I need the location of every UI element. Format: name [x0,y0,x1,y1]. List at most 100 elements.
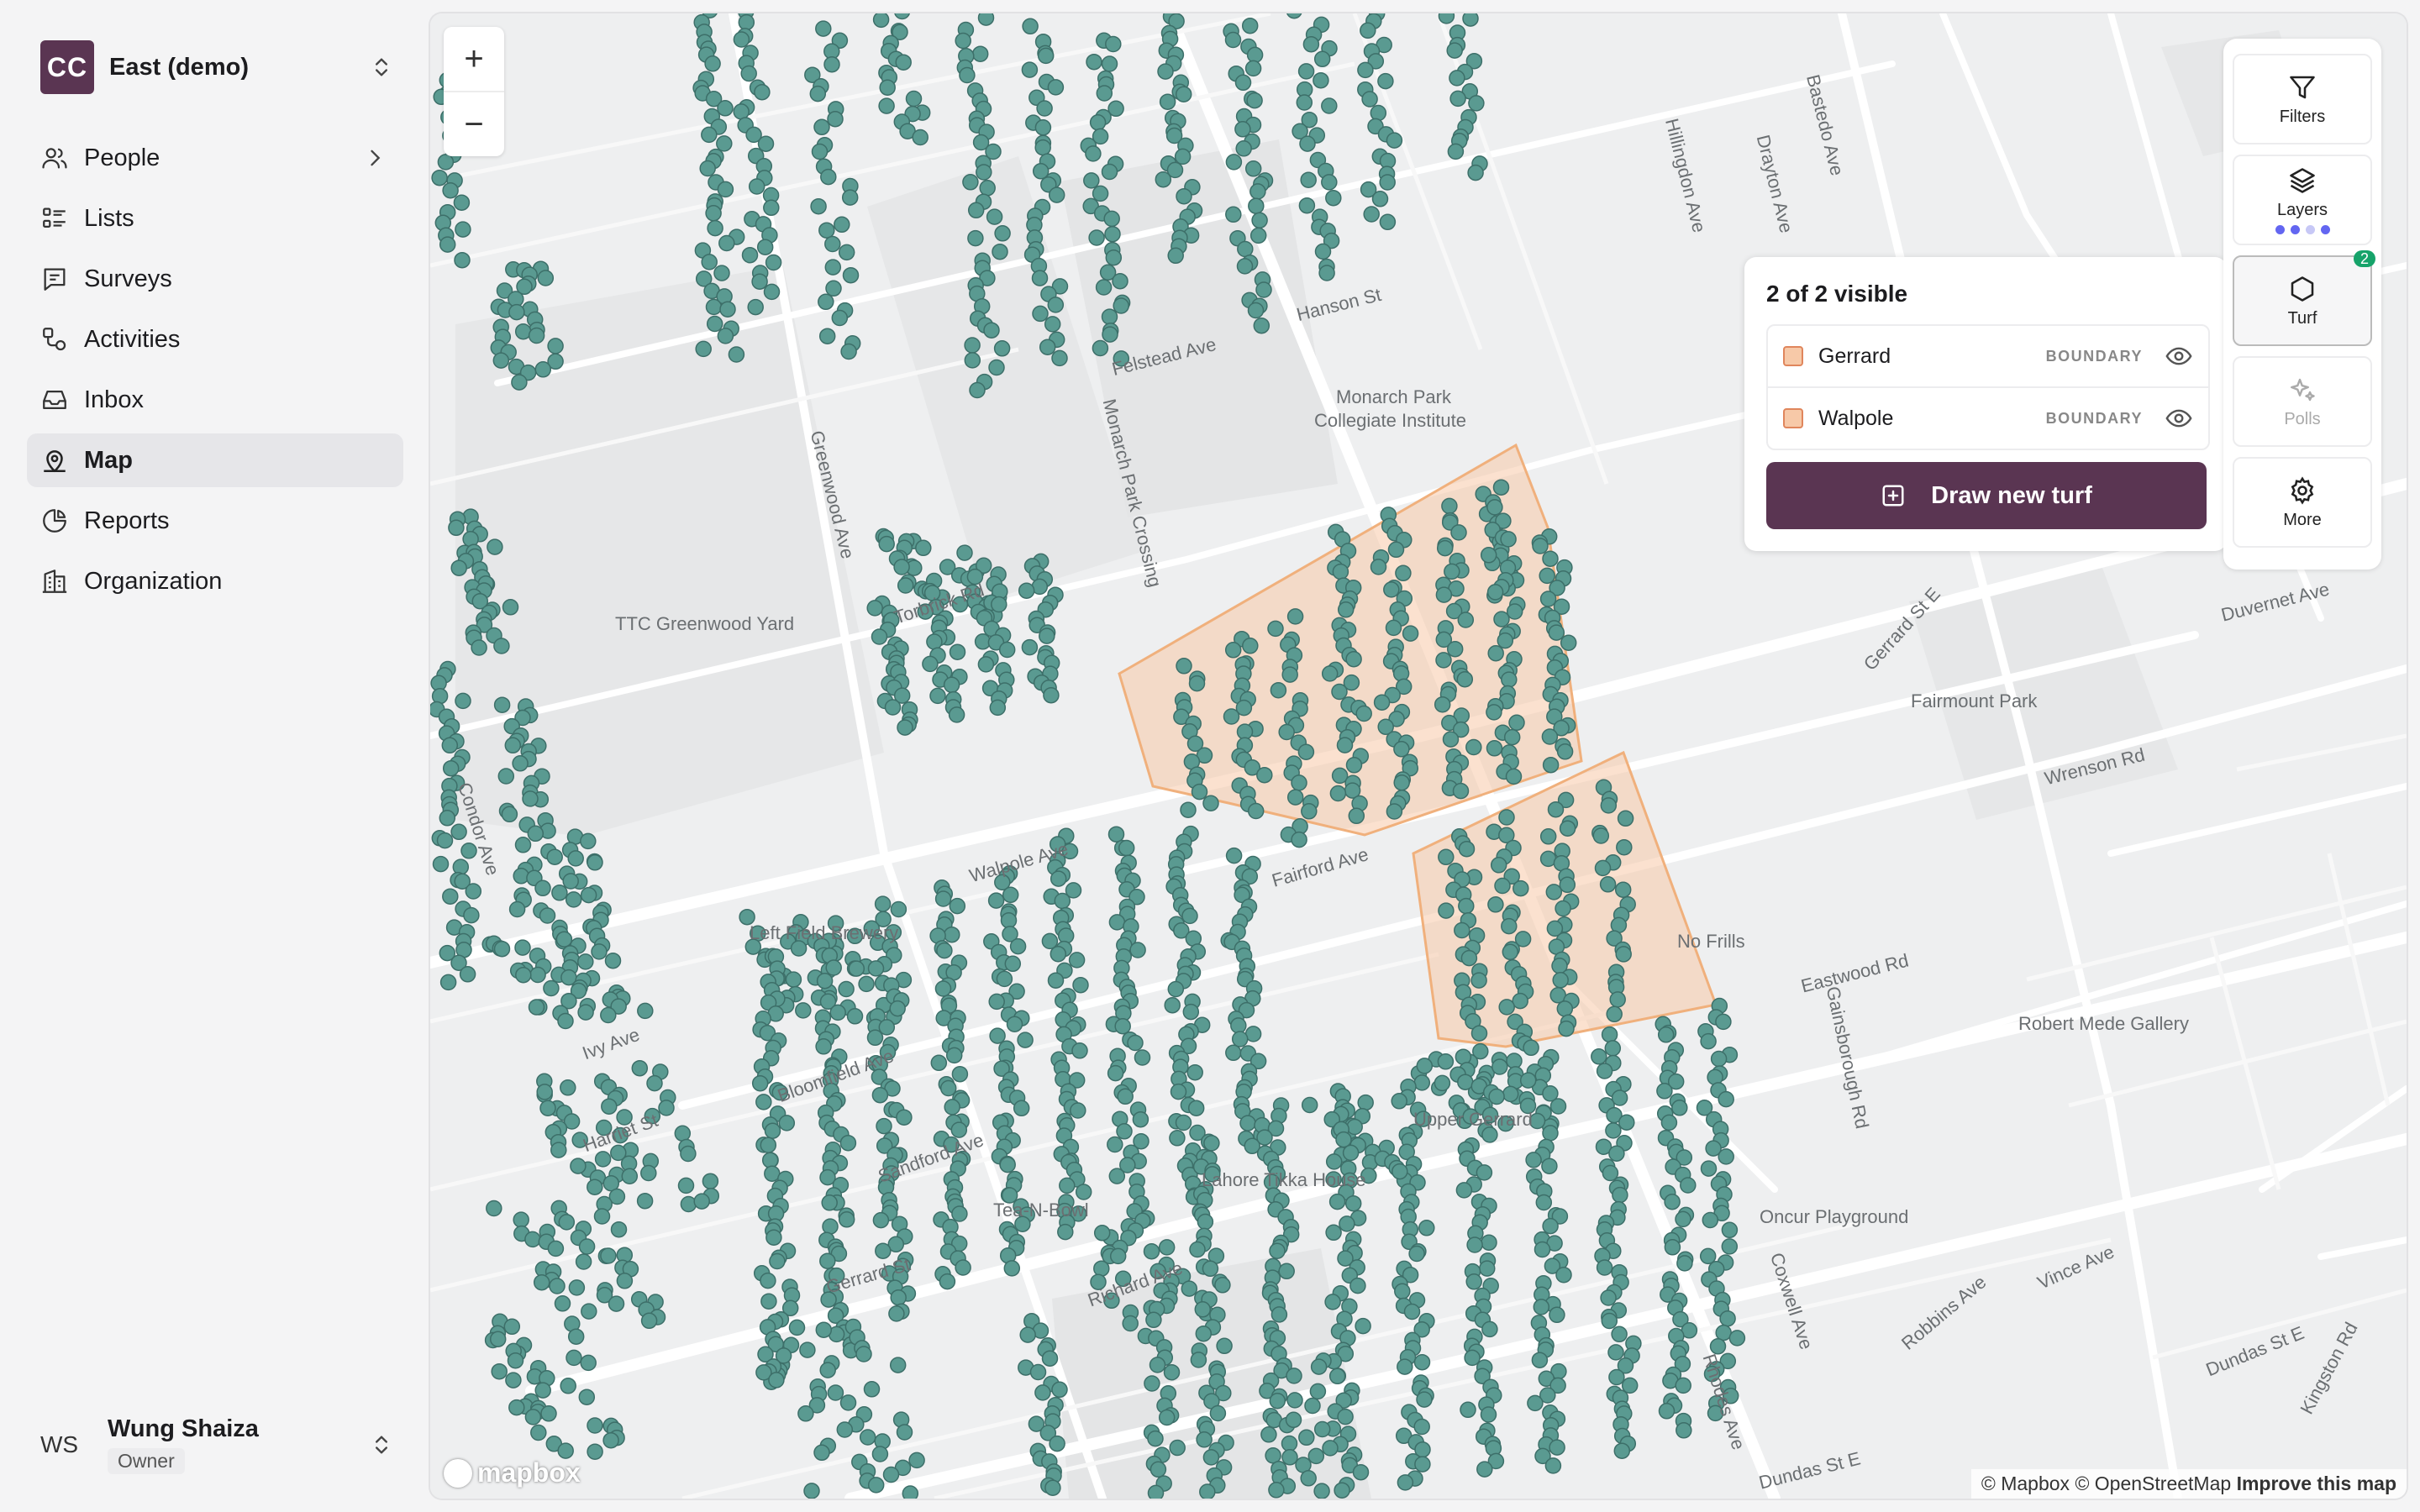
voter-marker[interactable] [993,340,1011,357]
voter-marker[interactable] [1607,1344,1624,1361]
voter-marker[interactable] [1470,972,1487,989]
voter-marker[interactable] [1285,1411,1302,1429]
voter-marker[interactable] [1108,1168,1126,1184]
voter-marker[interactable] [893,559,910,575]
voter-marker[interactable] [996,970,1013,988]
voter-marker[interactable] [1321,665,1339,682]
voter-marker[interactable] [1002,886,1019,904]
voter-marker[interactable] [816,972,834,990]
voter-marker[interactable] [1325,1153,1343,1170]
improve-map-link[interactable]: Improve this map [2237,1473,2396,1494]
voter-marker[interactable] [1237,240,1254,258]
sidebar-item-reports[interactable]: Reports [27,494,403,548]
voter-marker[interactable] [882,1466,900,1483]
voter-marker[interactable] [465,883,482,900]
voter-marker[interactable] [1291,774,1307,791]
voter-marker[interactable] [608,1295,625,1312]
voter-marker[interactable] [1169,1130,1186,1147]
voter-marker[interactable] [765,254,782,271]
voter-marker[interactable] [1558,1020,1575,1037]
voter-marker[interactable] [1314,243,1332,260]
voter-marker[interactable] [693,1193,710,1210]
voter-marker[interactable] [988,993,1005,1011]
voter-marker[interactable] [1470,1025,1488,1042]
voter-marker[interactable] [839,1134,857,1152]
voter-marker[interactable] [514,837,532,853]
voter-marker[interactable] [1657,1026,1675,1043]
voter-marker[interactable] [1092,185,1109,202]
voter-marker[interactable] [1144,1375,1160,1392]
voter-marker[interactable] [1325,189,1342,207]
voter-marker[interactable] [1715,1013,1732,1031]
voter-marker[interactable] [1379,174,1396,191]
voter-marker[interactable] [951,1205,968,1222]
voter-marker[interactable] [1059,1177,1076,1194]
voter-marker[interactable] [1337,601,1355,618]
voter-marker[interactable] [1512,879,1529,897]
voter-marker[interactable] [1460,949,1478,967]
voter-marker[interactable] [1446,42,1463,59]
voter-marker[interactable] [1600,1289,1617,1306]
voter-marker[interactable] [878,97,895,114]
voter-marker[interactable] [872,13,890,29]
voter-marker[interactable] [810,197,827,215]
voter-marker[interactable] [551,885,568,901]
voter-marker[interactable] [547,1240,565,1257]
voter-marker[interactable] [872,1211,890,1229]
voter-marker[interactable] [1456,670,1474,688]
voter-marker[interactable] [1246,46,1264,64]
voter-marker[interactable] [1527,1394,1544,1412]
voter-marker[interactable] [1721,1238,1739,1255]
voter-marker[interactable] [1611,1326,1628,1343]
voter-marker[interactable] [1145,1311,1162,1329]
voter-marker[interactable] [871,628,888,645]
voter-marker[interactable] [508,303,525,321]
voter-marker[interactable] [508,900,526,918]
voter-marker[interactable] [755,1094,772,1110]
voter-marker[interactable] [1334,1482,1350,1499]
voter-marker[interactable] [577,953,594,970]
voter-marker[interactable] [560,1378,576,1394]
voter-marker[interactable] [1403,1303,1421,1320]
voter-marker[interactable] [1256,766,1273,784]
voter-marker[interactable] [748,178,765,195]
voter-marker[interactable] [1313,1420,1331,1438]
voter-marker[interactable] [536,1084,553,1100]
voter-marker[interactable] [1503,728,1521,746]
voter-marker[interactable] [1163,1363,1181,1381]
voter-marker[interactable] [819,1252,836,1269]
voter-marker[interactable] [1051,1381,1068,1399]
voter-marker[interactable] [1599,876,1617,893]
voter-marker[interactable] [818,328,836,344]
voter-marker[interactable] [1302,35,1320,53]
voter-marker[interactable] [1600,797,1618,814]
voter-marker[interactable] [1034,1384,1051,1401]
voter-marker[interactable] [566,1349,582,1367]
turf-item-gerrard[interactable]: Gerrard BOUNDARY [1768,326,2208,386]
voter-marker[interactable] [602,1431,619,1449]
voter-marker[interactable] [740,65,757,82]
voter-marker[interactable] [1604,1040,1622,1057]
voter-marker[interactable] [815,1038,832,1055]
voter-marker[interactable] [600,1006,617,1024]
voter-marker[interactable] [905,90,923,108]
voter-marker[interactable] [439,236,456,253]
voter-marker[interactable] [1260,1426,1277,1443]
voter-marker[interactable] [1116,1123,1133,1140]
voter-marker[interactable] [824,259,842,276]
voter-marker[interactable] [471,639,487,656]
voter-marker[interactable] [1476,1164,1493,1181]
voter-marker[interactable] [930,1054,948,1072]
voter-marker[interactable] [1249,183,1266,200]
voter-marker[interactable] [813,1444,830,1462]
voter-marker[interactable] [1107,1136,1123,1153]
voter-marker[interactable] [823,55,840,73]
voter-marker[interactable] [1617,810,1634,827]
voter-marker[interactable] [1413,1353,1431,1371]
voter-marker[interactable] [821,1194,838,1211]
voter-marker[interactable] [1117,1088,1134,1105]
voter-marker[interactable] [1050,945,1067,963]
voter-marker[interactable] [587,1179,603,1195]
voter-marker[interactable] [1549,1306,1565,1324]
voter-marker[interactable] [1247,302,1265,319]
